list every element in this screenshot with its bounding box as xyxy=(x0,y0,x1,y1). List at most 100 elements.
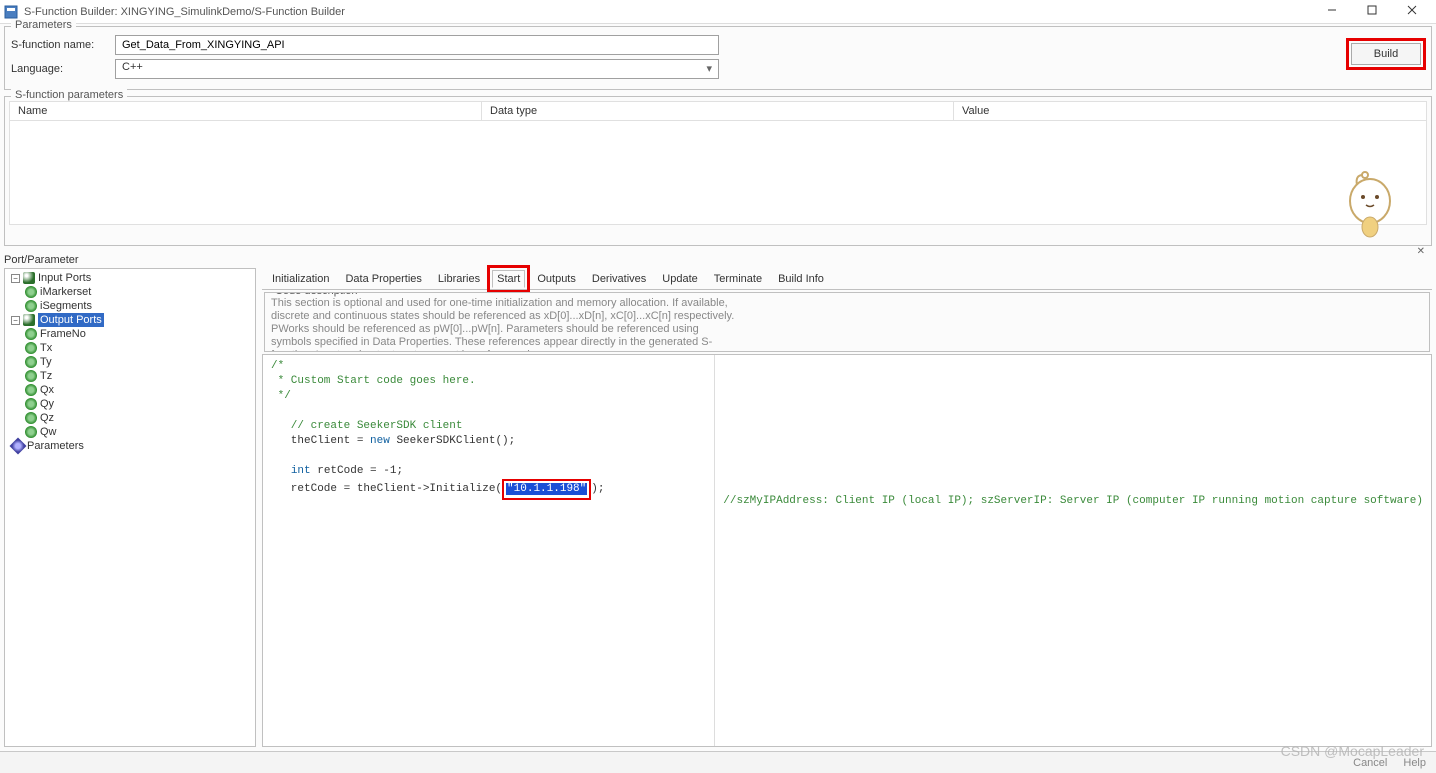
port-icon xyxy=(25,356,37,368)
tab-initialization[interactable]: Initialization xyxy=(268,271,333,287)
tab-data-properties[interactable]: Data Properties xyxy=(341,271,425,287)
lower-panel: − Input Ports iMarkerset iSegments − Out… xyxy=(4,268,1432,747)
tree-label: Parameters xyxy=(27,439,84,453)
port-icon xyxy=(25,412,37,424)
language-select[interactable]: C++ xyxy=(115,59,719,79)
code-line: */ xyxy=(271,390,291,402)
tree-frameno[interactable]: FrameNo xyxy=(25,327,253,341)
code-line: retCode = -1; xyxy=(311,465,403,477)
parameters-section: Parameters S-function name: Language: C+… xyxy=(4,26,1432,90)
maximize-icon xyxy=(1367,5,1377,18)
close-button[interactable] xyxy=(1392,1,1432,23)
tab-libraries[interactable]: Libraries xyxy=(434,271,484,287)
tab-terminate[interactable]: Terminate xyxy=(710,271,766,287)
port-icon xyxy=(25,328,37,340)
port-icon xyxy=(25,342,37,354)
code-ip-highlight: "10.1.1.198" xyxy=(506,483,587,495)
code-editor[interactable]: /* * Custom Start code goes here. */ // … xyxy=(262,354,1432,747)
code-line: // create SeekerSDK client xyxy=(271,420,462,432)
language-row: Language: C++ xyxy=(11,59,1425,79)
parameters-icon xyxy=(10,438,27,455)
port-icon xyxy=(25,384,37,396)
input-ports-icon xyxy=(23,272,35,284)
tree-ty[interactable]: Ty xyxy=(25,355,253,369)
tree-label: Output Ports xyxy=(38,313,104,327)
tree-label: Tx xyxy=(40,341,52,355)
tree-tx[interactable]: Tx xyxy=(25,341,253,355)
tab-start[interactable]: Start xyxy=(492,270,525,288)
language-select-value: C++ xyxy=(122,61,143,73)
titlebar: S-Function Builder: XINGYING_SimulinkDem… xyxy=(0,0,1436,24)
tree-label: Tz xyxy=(40,369,52,383)
code-line: theClient = xyxy=(271,435,370,447)
params-col-name[interactable]: Name xyxy=(10,102,482,120)
output-ports-icon xyxy=(23,314,35,326)
code-description-legend: Code description xyxy=(271,292,362,298)
sfunction-parameters-section: S-function parameters Name Data type Val… xyxy=(4,96,1432,246)
expander-icon[interactable]: − xyxy=(11,316,20,325)
code-description-section: Code description This section is optiona… xyxy=(264,292,1430,352)
port-parameter-label: Port/Parameter xyxy=(4,254,1432,266)
port-icon xyxy=(25,398,37,410)
expander-icon[interactable]: − xyxy=(11,274,20,283)
tree-label: Ty xyxy=(40,355,52,369)
help-button[interactable]: Help xyxy=(1403,757,1426,769)
tabbar: Initialization Data Properties Libraries… xyxy=(262,268,1432,290)
code-line: * Custom Start code goes here. xyxy=(271,375,476,387)
footer: Cancel Help xyxy=(0,751,1436,773)
language-label: Language: xyxy=(11,63,115,75)
code-line xyxy=(271,465,291,477)
tab-update[interactable]: Update xyxy=(658,271,701,287)
tree-parameters[interactable]: Parameters xyxy=(11,439,253,453)
sfunction-name-label: S-function name: xyxy=(11,39,115,51)
tree-label: FrameNo xyxy=(40,327,86,341)
code-editor-left[interactable]: /* * Custom Start code goes here. */ // … xyxy=(263,355,715,746)
tree-output-ports[interactable]: − Output Ports xyxy=(11,313,253,327)
tab-outputs[interactable]: Outputs xyxy=(533,271,580,287)
code-line: /* xyxy=(271,360,284,372)
tree-input-ports[interactable]: − Input Ports xyxy=(11,271,253,285)
params-table-body xyxy=(9,121,1427,225)
tree-isegments[interactable]: iSegments xyxy=(25,299,253,313)
sfunction-parameters-legend: S-function parameters xyxy=(11,89,127,101)
sfunction-name-row: S-function name: xyxy=(11,35,1425,55)
params-table-header: Name Data type Value xyxy=(9,101,1427,121)
tree-label: Qw xyxy=(40,425,57,439)
tab-build-info[interactable]: Build Info xyxy=(774,271,828,287)
app-icon xyxy=(4,5,18,19)
tree-label: iSegments xyxy=(40,299,92,313)
code-description-text: This section is optional and used for on… xyxy=(271,297,741,352)
code-panel: Initialization Data Properties Libraries… xyxy=(262,268,1432,747)
window-controls xyxy=(1312,1,1432,23)
port-tree[interactable]: − Input Ports iMarkerset iSegments − Out… xyxy=(4,268,256,747)
code-editor-right[interactable]: //szMyIPAddress: Client IP (local IP); s… xyxy=(715,355,1431,746)
tree-label: Input Ports xyxy=(38,271,91,285)
tree-qy[interactable]: Qy xyxy=(25,397,253,411)
port-icon xyxy=(25,426,37,438)
tree-imarkerset[interactable]: iMarkerset xyxy=(25,285,253,299)
tree-label: iMarkerset xyxy=(40,285,91,299)
port-icon xyxy=(25,300,37,312)
build-button[interactable]: Build xyxy=(1351,43,1421,65)
sfunction-name-input[interactable] xyxy=(115,35,719,55)
port-icon xyxy=(25,286,37,298)
tree-label: Qy xyxy=(40,397,54,411)
tree-qz[interactable]: Qz xyxy=(25,411,253,425)
window-title: S-Function Builder: XINGYING_SimulinkDem… xyxy=(24,6,1312,18)
tree-qw[interactable]: Qw xyxy=(25,425,253,439)
tree-qx[interactable]: Qx xyxy=(25,383,253,397)
params-col-type[interactable]: Data type xyxy=(482,102,954,120)
params-col-value[interactable]: Value xyxy=(954,102,1426,120)
code-keyword: int xyxy=(291,465,311,477)
section-close-icon[interactable]: ✕ xyxy=(1417,246,1425,257)
code-comment: //szMyIPAddress: Client IP (local IP); s… xyxy=(723,495,1423,507)
maximize-button[interactable] xyxy=(1352,1,1392,23)
tab-derivatives[interactable]: Derivatives xyxy=(588,271,650,287)
parameters-legend: Parameters xyxy=(11,19,76,31)
tree-tz[interactable]: Tz xyxy=(25,369,253,383)
code-line: retCode = theClient->Initialize( xyxy=(271,483,502,495)
minimize-button[interactable] xyxy=(1312,1,1352,23)
code-keyword: new xyxy=(370,435,390,447)
build-button-label: Build xyxy=(1374,48,1398,60)
cancel-button[interactable]: Cancel xyxy=(1353,757,1387,769)
